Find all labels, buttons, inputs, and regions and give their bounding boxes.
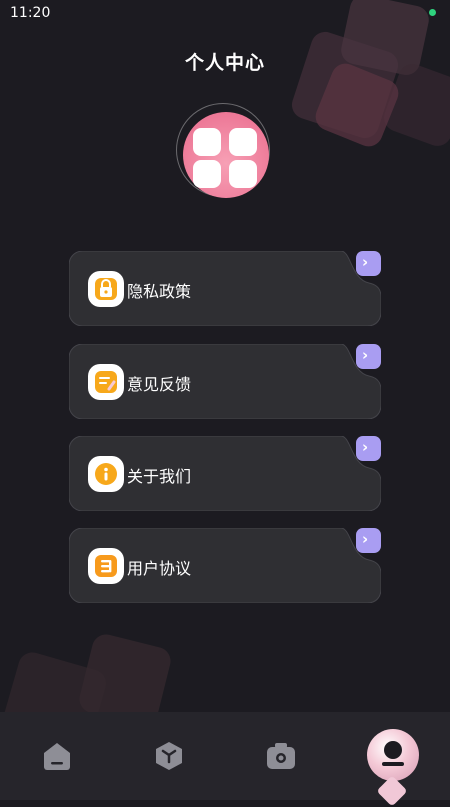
chevron-right-icon[interactable]: › <box>356 251 381 276</box>
chevron-right-icon[interactable]: › <box>356 344 381 369</box>
camera-icon[interactable] <box>264 739 298 773</box>
menu-item-privacy-policy[interactable]: 隐私政策 › <box>69 251 381 326</box>
lock-icon <box>88 271 124 307</box>
list-icon <box>88 548 124 584</box>
menu-item-label: 用户协议 <box>127 559 192 578</box>
menu-item-label: 意见反馈 <box>127 375 192 394</box>
menu-item-about-us[interactable]: 关于我们 › <box>69 436 381 511</box>
cube-icon[interactable] <box>152 739 186 773</box>
menu-item-feedback[interactable]: 意见反馈 › <box>69 344 381 419</box>
status-bar: 11:20 <box>0 0 450 26</box>
chevron-right-icon[interactable]: › <box>356 436 381 461</box>
avatar[interactable] <box>183 112 269 198</box>
note-edit-icon <box>88 364 124 400</box>
menu-item-label: 关于我们 <box>127 467 192 486</box>
chevron-right-icon[interactable]: › <box>356 528 381 553</box>
menu-item-user-agreement[interactable]: 用户协议 › <box>69 528 381 603</box>
user-icon[interactable] <box>367 729 419 781</box>
status-time: 11:20 <box>10 5 51 21</box>
status-indicator-dot <box>429 9 436 16</box>
info-icon <box>88 456 124 492</box>
home-icon[interactable] <box>40 739 74 773</box>
page-title: 个人中心 <box>184 52 265 74</box>
menu-item-label: 隐私政策 <box>127 282 192 301</box>
